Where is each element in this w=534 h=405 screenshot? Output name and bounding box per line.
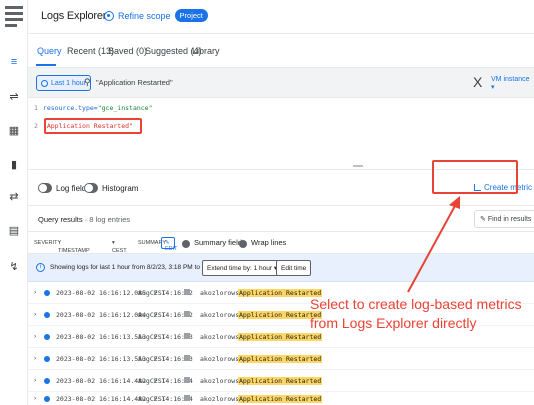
page-title: Logs Explorer <box>41 10 107 22</box>
refine-scope-label: Refine scope <box>118 10 171 21</box>
expand-chevron-icon[interactable]: › <box>34 289 36 296</box>
resource-chip-icon <box>184 333 190 339</box>
logs-explorer-page: ≡ ⇌ ▦ ▮ ⇄ ▤ ↯ Logs Explorer Refine scope… <box>0 0 534 405</box>
project-badge: Project <box>174 9 208 22</box>
pencil-icon: ✎ <box>480 216 488 223</box>
search-input[interactable]: "Application Restarted" <box>96 78 173 87</box>
severity-info-icon <box>44 312 50 318</box>
histogram-toggle[interactable] <box>84 183 98 193</box>
expand-chevron-icon[interactable]: › <box>34 395 36 402</box>
expand-chevron-icon[interactable]: › <box>34 377 36 384</box>
expand-chevron-icon[interactable]: › <box>34 355 36 362</box>
table-row[interactable]: › 2023-08-02 16:16:14.482 CEST Aug 2 14:… <box>28 388 534 405</box>
resource-chip-icon <box>184 355 190 361</box>
resize-handle[interactable] <box>353 165 363 167</box>
callout-line-2: from Logs Explorer directly <box>310 315 477 331</box>
shuffle-icon[interactable]: ⇄ <box>0 186 28 206</box>
tab-saved[interactable]: Saved (0) <box>108 46 147 56</box>
dashboard-icon[interactable]: ▦ <box>0 120 28 140</box>
query-icon[interactable]: ⇌ <box>0 86 28 106</box>
info-icon: i <box>36 263 45 272</box>
scope-icon <box>104 10 114 21</box>
tab-library[interactable]: Library <box>192 46 220 56</box>
query-bar: Last 1 hour ⚲ "Application Restarted" Χ … <box>28 68 534 98</box>
tab-recent[interactable]: Recent (13) <box>67 46 114 56</box>
results-column-header: SEVERITY TIMESTAMP ↑ CEST ▾ SUMMARY ✎ ED… <box>28 232 534 254</box>
chart-icon[interactable]: ▮ <box>0 154 28 174</box>
severity-info-icon <box>44 334 50 340</box>
edit-summary-button[interactable]: ✎ EDIT <box>161 237 178 252</box>
severity-info-icon <box>44 396 50 402</box>
summary-fields-toggle[interactable] <box>182 240 190 248</box>
timezone-select[interactable]: CEST ▾ <box>112 240 127 254</box>
storage-icon[interactable]: ▤ <box>0 220 28 240</box>
active-tab-indicator <box>36 64 56 66</box>
results-count: 8 log entries <box>89 215 131 224</box>
query-line-1: 1 resource.type="gce_instance" <box>34 104 153 112</box>
left-nav-rail: ≡ ⇌ ▦ ▮ ⇄ ▤ ↯ <box>0 0 28 405</box>
severity-info-icon <box>44 290 50 296</box>
resource-chip-icon <box>184 395 190 401</box>
time-range-label: Last 1 hour <box>51 79 87 87</box>
log-fields-toggle[interactable] <box>38 183 52 193</box>
histogram-label: Histogram <box>102 184 139 193</box>
results-heading: Query results · 8 log entries <box>38 215 131 224</box>
resource-chip-icon <box>184 289 190 295</box>
clock-icon <box>41 79 48 87</box>
refine-scope-button[interactable]: Refine scope Project <box>104 9 208 22</box>
wrap-lines-label: Wrap lines <box>251 238 287 247</box>
table-row[interactable]: › 2023-08-02 16:16:13.553 CEST Aug 2 14:… <box>28 348 534 370</box>
time-range-info-bar: i Showing logs for last 1 hour from 8/2/… <box>28 254 534 282</box>
resource-filter-chip[interactable]: VM instance ▾ <box>491 76 534 91</box>
search-icon: ⚲ <box>84 77 91 87</box>
menu-icon[interactable] <box>5 6 23 28</box>
find-in-results-button[interactable]: ✎ Find in results <box>474 210 534 228</box>
wrap-lines-toggle[interactable] <box>239 240 247 248</box>
expand-chevron-icon[interactable]: › <box>34 333 36 340</box>
tab-bar: Query Recent (13) Saved (0) Suggested (4… <box>28 34 534 68</box>
resource-chip-icon <box>184 311 190 317</box>
list-icon[interactable]: ≡ <box>0 52 28 72</box>
query-highlight-annotation <box>44 118 142 134</box>
severity-info-icon <box>44 356 50 362</box>
tab-query[interactable]: Query <box>37 46 62 56</box>
resource-chip-icon <box>184 377 190 383</box>
edit-time-button[interactable]: Edit time <box>276 260 312 276</box>
expand-chevron-icon[interactable]: › <box>34 311 36 318</box>
create-metric-highlight-annotation <box>432 160 518 194</box>
clear-icon[interactable]: Χ <box>473 74 482 90</box>
summary-fields-label: Summary fields <box>194 238 246 247</box>
router-icon[interactable]: ↯ <box>0 256 28 276</box>
app-header: Logs Explorer Refine scope Project <box>28 0 534 34</box>
severity-info-icon <box>44 378 50 384</box>
callout-line-1: Select to create log-based metrics <box>310 296 522 312</box>
timestamp-column[interactable]: TIMESTAMP ↑ <box>58 240 90 254</box>
annotation-callout: Select to create log-based metrics from … <box>310 295 522 333</box>
time-range-chip[interactable]: Last 1 hour <box>36 75 92 91</box>
extend-time-button[interactable]: Extend time by: 1 hour ▾ <box>202 260 283 276</box>
results-bar: Query results · 8 log entries ✎ Find in … <box>28 206 534 232</box>
